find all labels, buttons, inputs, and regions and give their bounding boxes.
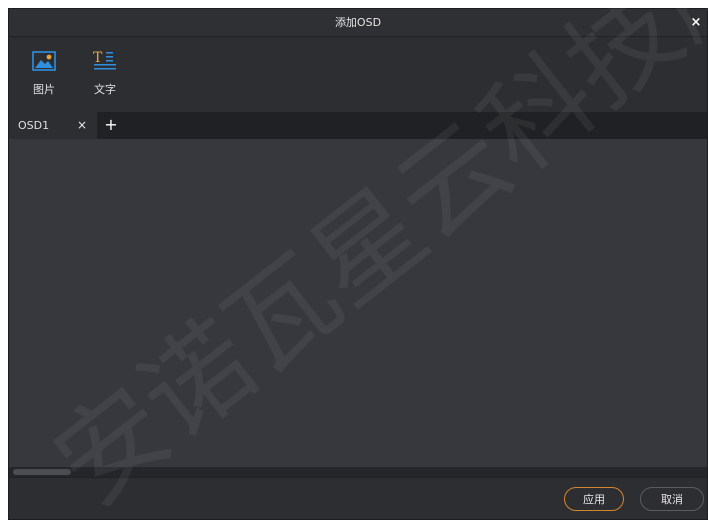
dialog-footer: 应用 取消 (9, 477, 707, 519)
add-text-label: 文字 (94, 83, 116, 96)
add-osd-dialog: 添加OSD × 图片 T 文字 OSD1 × + 应用 取消 (8, 8, 708, 520)
svg-text:T: T (93, 50, 103, 66)
close-dialog-button[interactable]: × (687, 9, 705, 36)
add-image-button[interactable]: 图片 (24, 49, 64, 105)
image-icon (32, 51, 56, 71)
osd-tab-bar: OSD1 × + (9, 112, 707, 139)
scrollbar-thumb[interactable] (13, 469, 71, 475)
add-text-button[interactable]: T 文字 (85, 49, 125, 105)
add-image-label: 图片 (33, 83, 55, 96)
text-icon: T (93, 50, 116, 70)
toolbar: 图片 T 文字 (9, 37, 707, 111)
tab-close-icon[interactable]: × (77, 112, 87, 139)
horizontal-scrollbar[interactable] (9, 467, 707, 477)
desktop-edge (0, 0, 8, 520)
apply-button[interactable]: 应用 (564, 487, 624, 511)
cancel-button[interactable]: 取消 (640, 487, 704, 511)
osd-content-area[interactable] (9, 139, 707, 467)
tab-osd1[interactable]: OSD1 × (9, 112, 97, 139)
dialog-title: 添加OSD (334, 16, 382, 29)
tab-osd1-label: OSD1 (18, 119, 50, 132)
add-tab-button[interactable]: + (103, 112, 119, 137)
title-bar: 添加OSD × (9, 9, 707, 37)
